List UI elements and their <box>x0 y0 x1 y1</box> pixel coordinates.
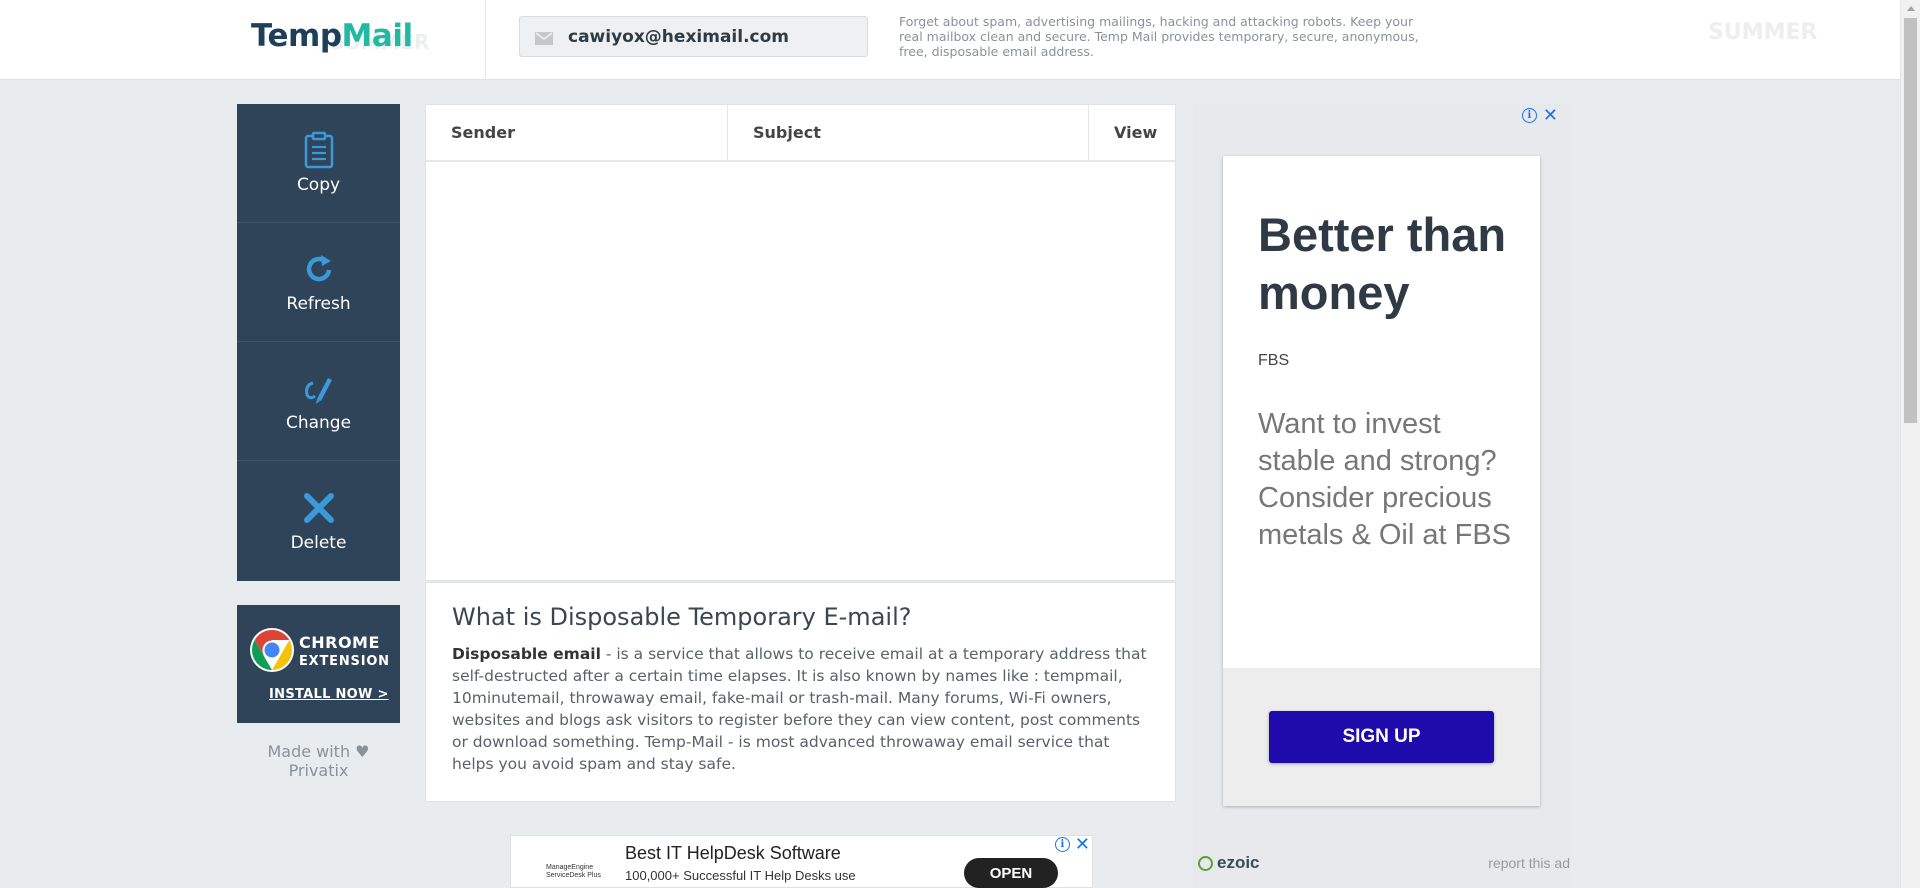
info-bold-term: Disposable email <box>452 645 601 663</box>
ezoic-icon <box>1198 855 1213 871</box>
scrollbar-thumb[interactable] <box>1904 18 1917 423</box>
site-header: SUMMER SUMMER TempMail cawiyox@heximail.… <box>0 0 1900 80</box>
bottom-ad-close-icon[interactable]: ✕ <box>1075 836 1090 854</box>
header-divider <box>485 0 486 80</box>
bottom-ad-info-icon[interactable]: i <box>1054 837 1070 852</box>
copy-button[interactable]: Copy <box>237 104 400 223</box>
refresh-icon <box>306 255 331 282</box>
servicedesk-logo: ManageEngine ServiceDesk Plus <box>546 864 601 879</box>
chrome-title: CHROME <box>299 633 380 652</box>
ad-title: Better than money <box>1258 208 1507 319</box>
change-button-label: Change <box>285 413 352 433</box>
made-with-credit[interactable]: Made with ♥ Privatix <box>237 742 400 780</box>
ad-close-icon[interactable]: ✕ <box>1543 107 1558 125</box>
header-description: Forget about spam, advertising mailings,… <box>899 14 1419 59</box>
clipboard-icon <box>304 131 333 169</box>
column-header-subject: Subject <box>728 105 1089 160</box>
inbox-table: Sender Subject View <box>425 104 1176 581</box>
ad-controls: i ✕ <box>1521 107 1558 125</box>
sidebar-advertisement: i ✕ Better than money FBS Want to invest… <box>1193 104 1570 888</box>
report-ad-link[interactable]: report this ad <box>1488 855 1570 871</box>
logo-text-mail: Mail <box>341 18 414 54</box>
info-body-text: - is a service that allows to receive em… <box>452 645 1147 773</box>
scroll-up-arrow-icon[interactable] <box>1907 6 1915 11</box>
bottom-ad-controls: i ✕ <box>1054 836 1090 854</box>
ad-brand: FBS <box>1258 352 1290 369</box>
action-sidebar: Copy Refresh Change Delete <box>237 104 400 581</box>
column-header-view: View <box>1114 123 1158 142</box>
column-header-sender: Sender <box>426 105 728 160</box>
bottom-ad-title: Best IT HelpDesk Software <box>625 843 841 863</box>
inbox-header-row: Sender Subject View <box>426 105 1175 162</box>
ad-body: Want to invest stable and strong? Consid… <box>1258 408 1512 551</box>
email-address-value[interactable]: cawiyox@heximail.com <box>568 27 789 47</box>
info-title: What is Disposable Temporary E-mail? <box>452 603 912 631</box>
ezoic-label: ezoic <box>1217 853 1260 872</box>
close-icon <box>303 492 334 523</box>
open-button[interactable]: OPEN <box>964 858 1058 888</box>
chrome-icon <box>250 628 294 672</box>
bottom-advertisement[interactable]: ManageEngine ServiceDesk Plus Best IT He… <box>510 835 1093 888</box>
temp-mail-logo[interactable]: TempMail <box>251 18 413 54</box>
chrome-extension-banner[interactable]: CHROME EXTENSION INSTALL NOW > <box>237 605 400 723</box>
ezoic-logo[interactable]: ezoic <box>1198 853 1260 873</box>
refresh-button-label: Refresh <box>286 294 351 314</box>
pen-icon <box>304 378 332 404</box>
chrome-subtitle: EXTENSION <box>299 654 390 669</box>
bottom-ad-subtitle: 100,000+ Successful IT Help Desks use <box>625 868 856 883</box>
delete-button[interactable]: Delete <box>237 461 400 580</box>
copy-button-label: Copy <box>296 175 341 195</box>
sign-up-button[interactable]: SIGN UP <box>1269 711 1494 763</box>
logo-text-temp: Temp <box>251 18 342 54</box>
delete-button-label: Delete <box>290 532 347 553</box>
info-panel: What is Disposable Temporary E-mail? Dis… <box>425 582 1176 802</box>
email-address-field[interactable]: cawiyox@heximail.com <box>519 16 868 57</box>
install-now-link[interactable]: INSTALL NOW > <box>269 687 389 702</box>
ad-footer: SIGN UP <box>1223 668 1540 806</box>
ad-info-icon[interactable]: i <box>1521 108 1537 123</box>
envelope-icon <box>535 30 553 45</box>
refresh-button[interactable]: Refresh <box>237 223 400 342</box>
page-scrollbar[interactable] <box>1900 0 1920 888</box>
header-decoration: SUMMER <box>1708 20 1818 45</box>
ad-card[interactable]: Better than money FBS Want to invest sta… <box>1223 156 1540 806</box>
change-button[interactable]: Change <box>237 342 400 461</box>
info-paragraph: Disposable email - is a service that all… <box>452 643 1149 775</box>
